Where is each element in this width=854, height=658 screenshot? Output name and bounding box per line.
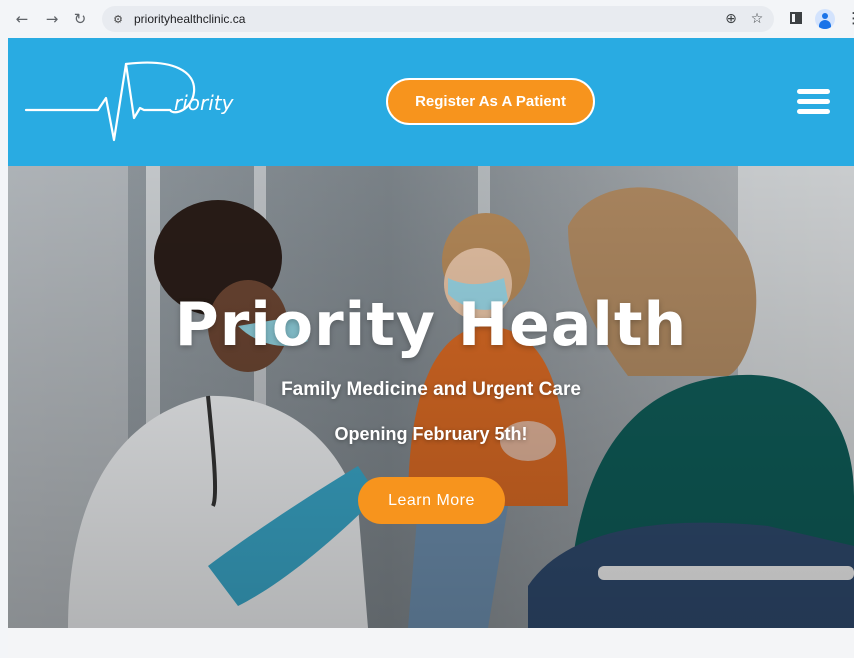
site-header: riority Register As A Patient bbox=[8, 38, 854, 166]
menu-kebab-icon[interactable]: ⋮ bbox=[846, 9, 854, 29]
priority-logo[interactable]: riority bbox=[24, 58, 254, 148]
hero-title: Priority Health bbox=[174, 290, 688, 360]
site-info-icon[interactable]: ⚙ bbox=[110, 11, 126, 27]
hero-banner: Priority Health Family Medicine and Urge… bbox=[8, 166, 854, 628]
browser-toolbar: ← → ↻ ⚙ priorityhealthclinic.ca ⊕ ☆ ⋮ bbox=[0, 0, 854, 38]
address-url[interactable]: priorityhealthclinic.ca bbox=[134, 12, 245, 26]
hero-subtitle: Family Medicine and Urgent Care bbox=[281, 379, 581, 400]
zoom-icon[interactable]: ⊕ bbox=[722, 10, 740, 28]
register-patient-button[interactable]: Register As A Patient bbox=[386, 78, 595, 125]
learn-more-button[interactable]: Learn More bbox=[358, 477, 505, 524]
forward-icon[interactable]: → bbox=[42, 9, 62, 29]
side-panel-icon[interactable] bbox=[790, 12, 802, 24]
profile-avatar-icon[interactable] bbox=[815, 9, 835, 29]
reload-icon[interactable]: ↻ bbox=[70, 9, 90, 29]
opening-date: Opening February 5th! bbox=[334, 424, 528, 444]
logo-text: riority bbox=[174, 91, 235, 115]
hamburger-menu-icon[interactable] bbox=[797, 89, 830, 115]
page-section-divider bbox=[8, 628, 854, 658]
web-page: riority Register As A Patient Priority H… bbox=[8, 38, 854, 658]
back-icon[interactable]: ← bbox=[12, 9, 32, 29]
bookmark-star-icon[interactable]: ☆ bbox=[748, 10, 766, 28]
